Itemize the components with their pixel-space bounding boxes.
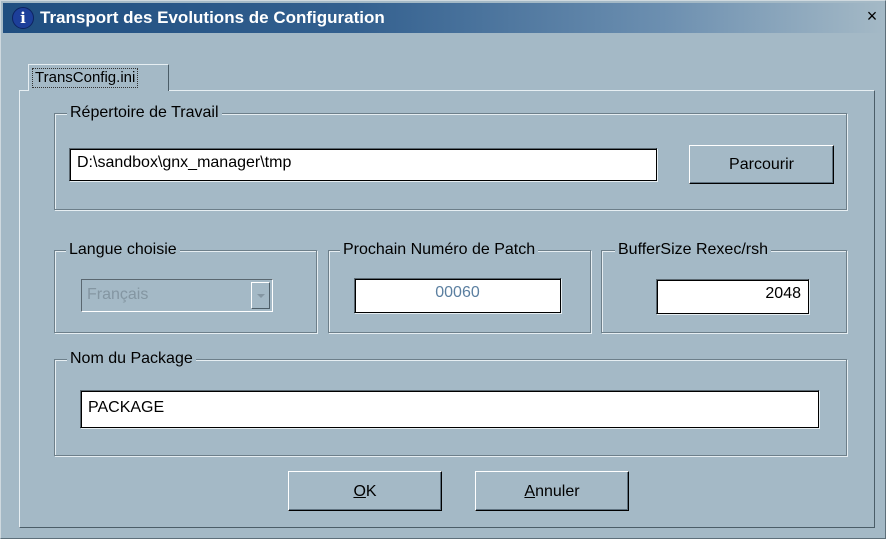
language-select[interactable]: Français	[81, 279, 273, 312]
ok-label-rest: K	[365, 483, 377, 500]
package-legend: Nom du Package	[67, 349, 196, 369]
work-dir-input[interactable]: D:\sandbox\gnx_manager\tmp	[69, 148, 657, 181]
window-title: Transport des Evolutions de Configuratio…	[40, 8, 385, 27]
buffer-legend: BufferSize Rexec/rsh	[615, 240, 771, 260]
cancel-label-rest: nnuler	[535, 483, 580, 500]
tab-label: TransConfig.ini	[32, 68, 139, 88]
ok-mnemonic: O	[353, 483, 366, 500]
language-selected-value: Français	[87, 286, 149, 303]
package-name-input[interactable]: PACKAGE	[80, 390, 819, 428]
tab-transconfig[interactable]: TransConfig.ini	[28, 64, 169, 91]
close-button[interactable]: ×	[861, 5, 883, 27]
patch-legend: Prochain Numéro de Patch	[340, 240, 539, 260]
info-icon: i	[12, 7, 34, 29]
browse-button[interactable]: Parcourir	[689, 145, 834, 184]
chevron-down-icon[interactable]	[251, 282, 270, 309]
work-dir-legend: Répertoire de Travail	[67, 103, 222, 123]
cancel-button[interactable]: Annuler	[475, 471, 629, 511]
language-legend: Langue choisie	[66, 240, 180, 260]
title-bar[interactable]: i Transport des Evolutions de Configurat…	[3, 3, 883, 33]
buffer-size-input[interactable]: 2048	[656, 279, 809, 314]
patch-number-field: 00060	[354, 278, 561, 313]
ok-button[interactable]: OK	[288, 471, 442, 511]
cancel-mnemonic: A	[524, 483, 536, 500]
dialog-window: i Transport des Evolutions de Configurat…	[0, 0, 886, 539]
